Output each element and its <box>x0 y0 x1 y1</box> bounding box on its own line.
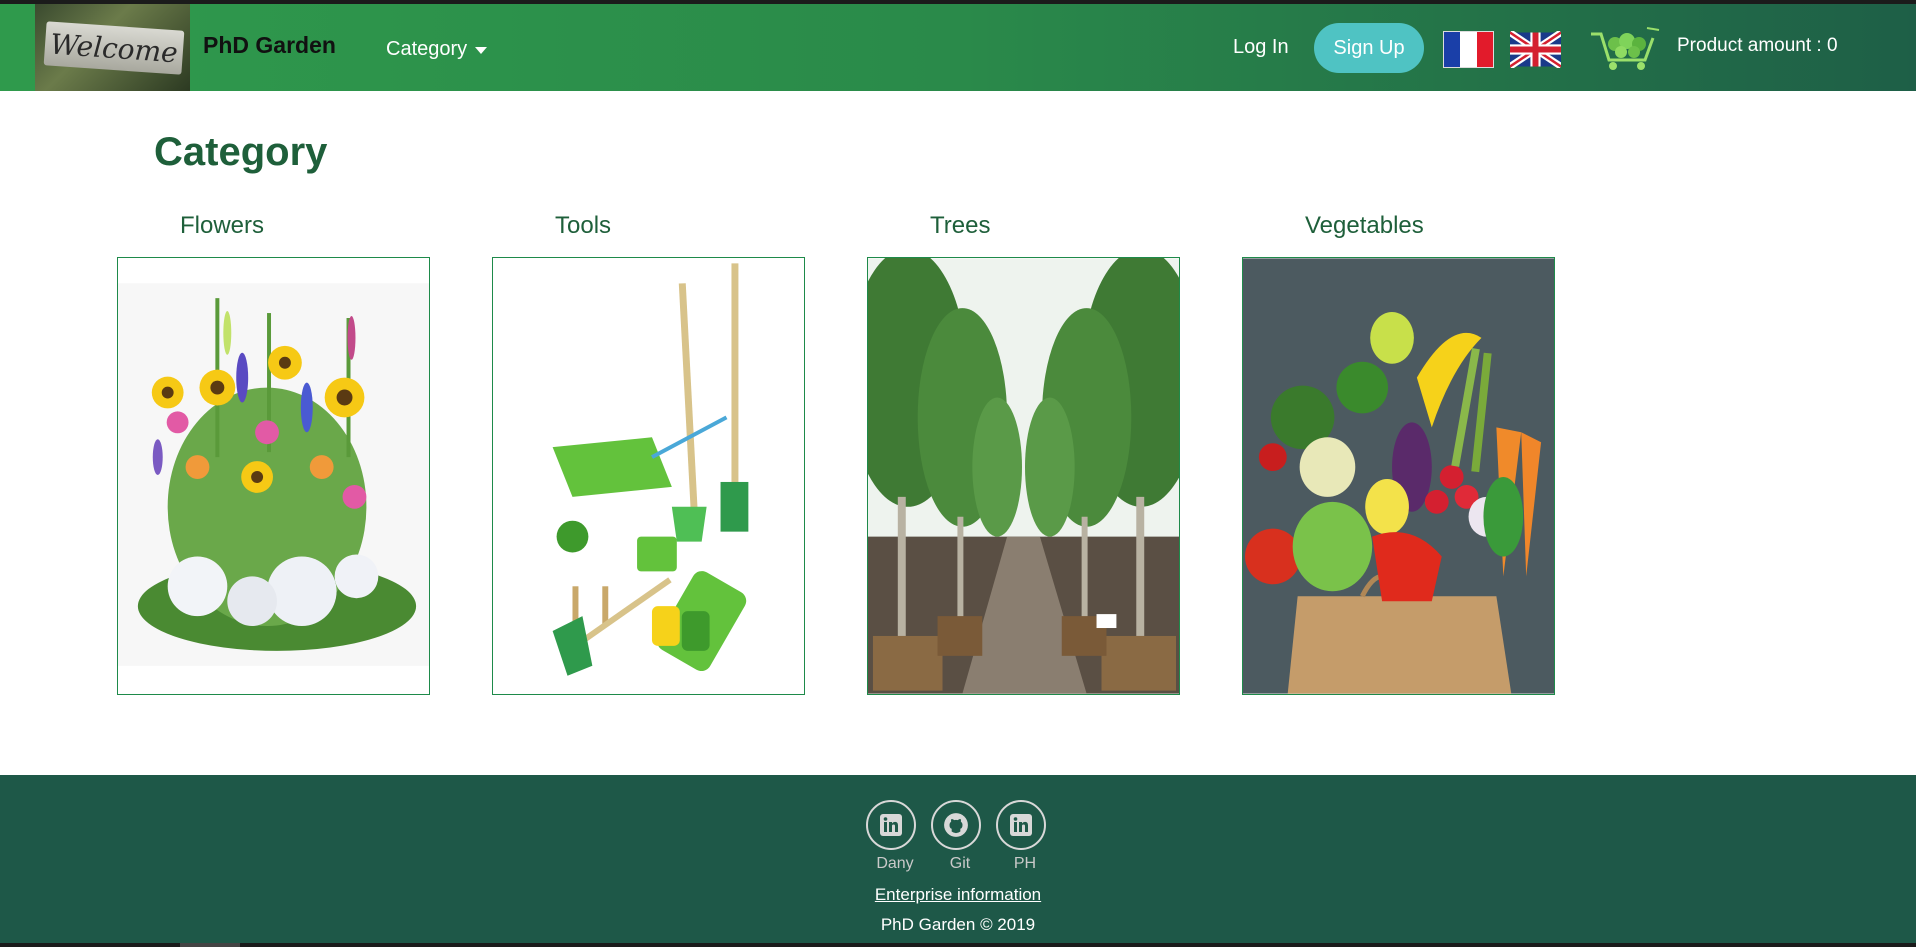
category-label-vegetables[interactable]: Vegetables <box>1305 212 1424 240</box>
brand-name[interactable]: PhD Garden <box>203 32 336 59</box>
copyright: PhD Garden © 2019 <box>880 915 1036 934</box>
linkedin-link-dany[interactable] <box>866 800 916 850</box>
vegetables-image <box>1243 258 1554 694</box>
social-label-git: Git <box>949 855 971 872</box>
horizontal-scrollbar-thumb[interactable] <box>180 943 240 947</box>
category-card-flowers[interactable] <box>117 257 430 695</box>
linkedin-icon <box>1010 814 1032 836</box>
france-flag-icon[interactable] <box>1443 31 1494 68</box>
github-icon <box>944 813 968 837</box>
social-label-ph: PH <box>1013 855 1037 872</box>
uk-flag-icon[interactable] <box>1510 31 1561 68</box>
category-card-vegetables[interactable] <box>1242 257 1555 695</box>
social-label-dany: Dany <box>876 855 914 872</box>
category-card-tools[interactable] <box>492 257 805 695</box>
linkedin-link-ph[interactable] <box>996 800 1046 850</box>
category-card-trees[interactable] <box>867 257 1180 695</box>
category-dropdown-label: Category <box>386 38 468 60</box>
product-amount: Product amount : 0 <box>1677 35 1838 56</box>
logo[interactable]: Welcome <box>35 4 190 91</box>
github-link-git[interactable] <box>931 800 981 850</box>
category-label-trees[interactable]: Trees <box>930 212 990 240</box>
category-dropdown[interactable]: Category <box>386 38 488 61</box>
category-label-flowers[interactable]: Flowers <box>180 212 264 240</box>
shopping-cart-icon[interactable] <box>1587 26 1661 72</box>
linkedin-icon <box>880 814 902 836</box>
footer: Dany Git PH Enterprise information PhD G… <box>0 775 1916 943</box>
tools-image <box>493 258 804 694</box>
navbar: Welcome PhD Garden Category Log In Sign … <box>0 4 1916 91</box>
page-title: Category <box>154 130 328 174</box>
logo-welcome-sign: Welcome <box>43 21 185 75</box>
login-link[interactable]: Log In <box>1233 36 1289 59</box>
enterprise-info-link[interactable]: Enterprise information <box>0 885 1916 905</box>
signup-button[interactable]: Sign Up <box>1314 23 1424 73</box>
window-bottom-strip <box>0 943 1916 947</box>
flowers-image <box>118 283 429 666</box>
category-label-tools[interactable]: Tools <box>555 212 611 240</box>
caret-down-icon <box>475 47 488 54</box>
trees-image <box>868 258 1179 694</box>
